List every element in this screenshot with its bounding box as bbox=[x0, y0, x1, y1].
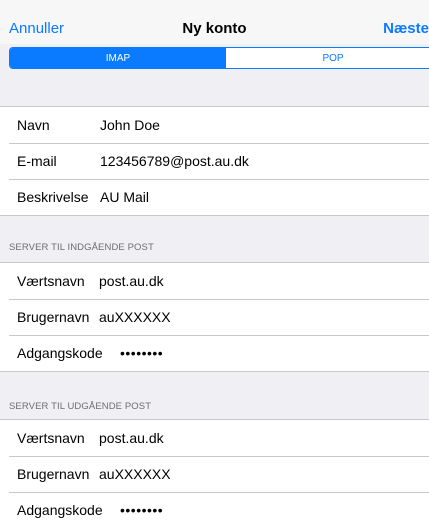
incoming-hostname-label: Værtsnavn bbox=[17, 273, 85, 289]
outgoing-username-row[interactable]: Brugernavn auXXXXXX bbox=[0, 456, 429, 492]
incoming-username-label: Brugernavn bbox=[17, 309, 90, 325]
outgoing-username-label: Brugernavn bbox=[17, 466, 90, 482]
outgoing-username-field[interactable]: auXXXXXX bbox=[99, 466, 171, 482]
email-field[interactable]: 123456789@post.au.dk bbox=[100, 153, 249, 169]
segment-imap[interactable]: IMAP bbox=[10, 48, 226, 68]
description-row[interactable]: Beskrivelse AU Mail bbox=[0, 179, 429, 215]
outgoing-server-group: Værtsnavn post.au.dk Brugernavn auXXXXXX… bbox=[0, 419, 429, 528]
outgoing-hostname-row[interactable]: Værtsnavn post.au.dk bbox=[0, 420, 429, 456]
group-divider bbox=[0, 371, 429, 372]
outgoing-hostname-field[interactable]: post.au.dk bbox=[99, 430, 164, 446]
outgoing-server-header: SERVER TIL UDGÅENDE POST bbox=[9, 401, 152, 412]
description-label: Beskrivelse bbox=[17, 189, 89, 205]
incoming-server-header: SERVER TIL INDGÅENDE POST bbox=[9, 242, 154, 253]
email-label: E-mail bbox=[17, 153, 57, 169]
outgoing-password-row[interactable]: Adgangskode •••••••• bbox=[0, 492, 429, 528]
incoming-password-field[interactable]: •••••••• bbox=[120, 345, 163, 361]
outgoing-password-label: Adgangskode bbox=[17, 502, 103, 518]
incoming-username-field[interactable]: auXXXXXX bbox=[99, 309, 171, 325]
account-info-group: Navn John Doe E-mail 123456789@post.au.d… bbox=[0, 106, 429, 216]
outgoing-hostname-label: Værtsnavn bbox=[17, 430, 85, 446]
segment-pop[interactable]: POP bbox=[226, 48, 429, 68]
email-row[interactable]: E-mail 123456789@post.au.dk bbox=[0, 143, 429, 179]
outgoing-password-field[interactable]: •••••••• bbox=[120, 502, 163, 518]
incoming-server-group: Værtsnavn post.au.dk Brugernavn auXXXXXX… bbox=[0, 262, 429, 372]
name-label: Navn bbox=[17, 117, 50, 133]
incoming-password-label: Adgangskode bbox=[17, 345, 103, 361]
group-divider bbox=[0, 215, 429, 216]
next-button[interactable]: Næste bbox=[383, 20, 429, 37]
incoming-hostname-row[interactable]: Værtsnavn post.au.dk bbox=[0, 263, 429, 299]
incoming-hostname-field[interactable]: post.au.dk bbox=[99, 273, 164, 289]
name-field[interactable]: John Doe bbox=[100, 117, 160, 133]
protocol-segmented-control: IMAP POP bbox=[9, 47, 429, 69]
name-row[interactable]: Navn John Doe bbox=[0, 107, 429, 143]
incoming-password-row[interactable]: Adgangskode •••••••• bbox=[0, 335, 429, 371]
navigation-bar: Annuller Ny konto Næste bbox=[0, 0, 429, 44]
page-title: Ny konto bbox=[182, 20, 247, 37]
incoming-username-row[interactable]: Brugernavn auXXXXXX bbox=[0, 299, 429, 335]
description-field[interactable]: AU Mail bbox=[100, 189, 149, 205]
